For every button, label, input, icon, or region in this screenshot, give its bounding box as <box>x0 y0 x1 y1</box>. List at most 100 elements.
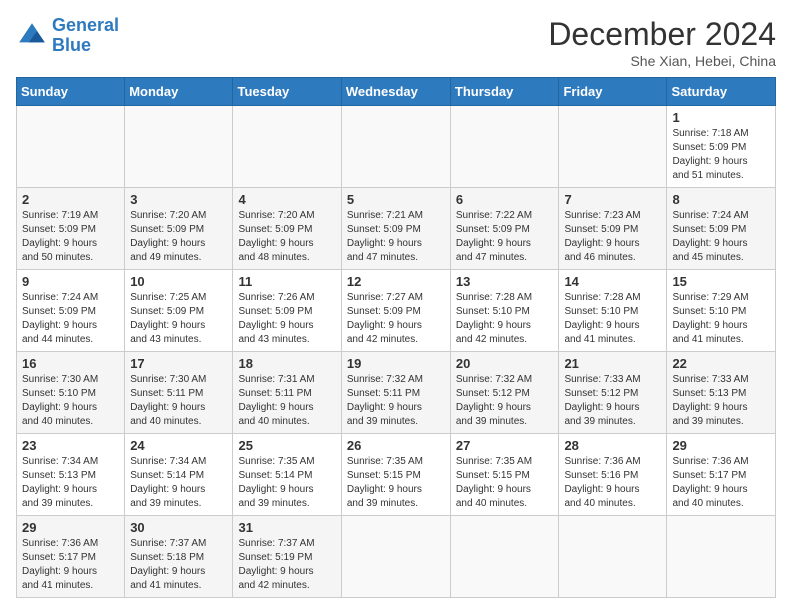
day-number: 17 <box>130 356 227 371</box>
day-number: 29 <box>22 520 119 535</box>
calendar-header-row: Sunday Monday Tuesday Wednesday Thursday… <box>17 78 776 106</box>
calendar-cell: 10 Sunrise: 7:25 AM Sunset: 5:09 PM Dayli… <box>125 270 233 352</box>
calendar-cell: 29 Sunrise: 7:36 AM Sunset: 5:17 PM Dayli… <box>17 516 125 598</box>
header-sunday: Sunday <box>17 78 125 106</box>
calendar-cell <box>450 106 559 188</box>
month-title: December 2024 <box>548 16 776 53</box>
calendar-cell: 26 Sunrise: 7:35 AM Sunset: 5:15 PM Dayli… <box>341 434 450 516</box>
day-number: 23 <box>22 438 119 453</box>
calendar-cell: 29 Sunrise: 7:36 AM Sunset: 5:17 PM Dayli… <box>667 434 776 516</box>
day-number: 30 <box>130 520 227 535</box>
calendar-cell: 3 Sunrise: 7:20 AM Sunset: 5:09 PM Daylig… <box>125 188 233 270</box>
calendar-week-row: 16 Sunrise: 7:30 AM Sunset: 5:10 PM Dayli… <box>17 352 776 434</box>
day-info: Sunrise: 7:35 AM Sunset: 5:14 PM Dayligh… <box>238 455 335 511</box>
calendar-cell: 6Sunrise: 7:22 AM Sunset: 5:09 PM Daylig… <box>450 188 559 270</box>
day-number: 22 <box>672 356 770 371</box>
calendar-cell: 1 Sunrise: 7:18 AM Sunset: 5:09 PM Daylig… <box>667 106 776 188</box>
calendar-week-row: 1 Sunrise: 7:18 AM Sunset: 5:09 PM Daylig… <box>17 106 776 188</box>
calendar-cell <box>450 516 559 598</box>
header-saturday: Saturday <box>667 78 776 106</box>
day-info: Sunrise: 7:30 AM Sunset: 5:10 PM Dayligh… <box>22 373 119 429</box>
day-number: 25 <box>238 438 335 453</box>
calendar-cell: 13Sunrise: 7:28 AM Sunset: 5:10 PM Dayli… <box>450 270 559 352</box>
day-number: 20 <box>456 356 554 371</box>
day-number: 9 <box>22 274 119 289</box>
day-number: 16 <box>22 356 119 371</box>
logo-blue: Blue <box>52 36 119 56</box>
day-info: Sunrise: 7:20 AM Sunset: 5:09 PM Dayligh… <box>238 209 335 265</box>
day-info: Sunrise: 7:33 AM Sunset: 5:12 PM Dayligh… <box>564 373 661 429</box>
day-info: Sunrise: 7:35 AM Sunset: 5:15 PM Dayligh… <box>347 455 445 511</box>
calendar-week-row: 2Sunrise: 7:19 AM Sunset: 5:09 PM Daylig… <box>17 188 776 270</box>
calendar-cell: 14Sunrise: 7:28 AM Sunset: 5:10 PM Dayli… <box>559 270 667 352</box>
calendar-cell: 23 Sunrise: 7:34 AM Sunset: 5:13 PM Dayli… <box>17 434 125 516</box>
day-info: Sunrise: 7:34 AM Sunset: 5:14 PM Dayligh… <box>130 455 227 511</box>
day-number: 18 <box>238 356 335 371</box>
day-info: Sunrise: 7:37 AM Sunset: 5:18 PM Dayligh… <box>130 537 227 593</box>
day-number: 8 <box>672 192 770 207</box>
day-info: Sunrise: 7:36 AM Sunset: 5:17 PM Dayligh… <box>22 537 119 593</box>
day-number: 29 <box>672 438 770 453</box>
day-info: Sunrise: 7:32 AM Sunset: 5:12 PM Dayligh… <box>456 373 554 429</box>
day-info: Sunrise: 7:22 AM Sunset: 5:09 PM Dayligh… <box>456 209 554 265</box>
day-info: Sunrise: 7:33 AM Sunset: 5:13 PM Dayligh… <box>672 373 770 429</box>
day-number: 5 <box>347 192 445 207</box>
day-number: 14 <box>564 274 661 289</box>
calendar-cell: 25 Sunrise: 7:35 AM Sunset: 5:14 PM Dayli… <box>233 434 341 516</box>
calendar-cell: 4Sunrise: 7:20 AM Sunset: 5:09 PM Daylig… <box>233 188 341 270</box>
day-info: Sunrise: 7:26 AM Sunset: 5:09 PM Dayligh… <box>238 291 335 347</box>
calendar-cell: 27Sunrise: 7:35 AM Sunset: 5:15 PM Dayli… <box>450 434 559 516</box>
calendar-cell <box>559 106 667 188</box>
day-number: 13 <box>456 274 554 289</box>
day-number: 27 <box>456 438 554 453</box>
calendar-week-row: 29 Sunrise: 7:36 AM Sunset: 5:17 PM Dayli… <box>17 516 776 598</box>
logo-text: General Blue <box>52 16 119 56</box>
day-info: Sunrise: 7:24 AM Sunset: 5:09 PM Dayligh… <box>672 209 770 265</box>
day-number: 26 <box>347 438 445 453</box>
calendar-week-row: 9Sunrise: 7:24 AM Sunset: 5:09 PM Daylig… <box>17 270 776 352</box>
header-monday: Monday <box>125 78 233 106</box>
calendar-cell <box>125 106 233 188</box>
day-info: Sunrise: 7:20 AM Sunset: 5:09 PM Dayligh… <box>130 209 227 265</box>
calendar-cell: 30 Sunrise: 7:37 AM Sunset: 5:18 PM Dayli… <box>125 516 233 598</box>
day-number: 15 <box>672 274 770 289</box>
day-number: 7 <box>564 192 661 207</box>
calendar-cell <box>667 516 776 598</box>
location-title: She Xian, Hebei, China <box>548 53 776 69</box>
calendar-cell <box>341 106 450 188</box>
calendar-cell: 15 Sunrise: 7:29 AM Sunset: 5:10 PM Dayli… <box>667 270 776 352</box>
day-number: 19 <box>347 356 445 371</box>
calendar-week-row: 23 Sunrise: 7:34 AM Sunset: 5:13 PM Dayli… <box>17 434 776 516</box>
calendar-cell: 17Sunrise: 7:30 AM Sunset: 5:11 PM Dayli… <box>125 352 233 434</box>
day-info: Sunrise: 7:18 AM Sunset: 5:09 PM Dayligh… <box>672 127 770 183</box>
day-number: 10 <box>130 274 227 289</box>
day-info: Sunrise: 7:36 AM Sunset: 5:17 PM Dayligh… <box>672 455 770 511</box>
calendar-cell: 22 Sunrise: 7:33 AM Sunset: 5:13 PM Dayli… <box>667 352 776 434</box>
day-number: 28 <box>564 438 661 453</box>
day-info: Sunrise: 7:34 AM Sunset: 5:13 PM Dayligh… <box>22 455 119 511</box>
day-number: 21 <box>564 356 661 371</box>
calendar-cell: 11 Sunrise: 7:26 AM Sunset: 5:09 PM Dayli… <box>233 270 341 352</box>
day-info: Sunrise: 7:37 AM Sunset: 5:19 PM Dayligh… <box>238 537 335 593</box>
day-info: Sunrise: 7:29 AM Sunset: 5:10 PM Dayligh… <box>672 291 770 347</box>
calendar-cell: 31Sunrise: 7:37 AM Sunset: 5:19 PM Dayli… <box>233 516 341 598</box>
calendar-cell <box>341 516 450 598</box>
calendar-cell: 24Sunrise: 7:34 AM Sunset: 5:14 PM Dayli… <box>125 434 233 516</box>
calendar-cell: 7 Sunrise: 7:23 AM Sunset: 5:09 PM Daylig… <box>559 188 667 270</box>
calendar-cell: 12Sunrise: 7:27 AM Sunset: 5:09 PM Dayli… <box>341 270 450 352</box>
day-info: Sunrise: 7:25 AM Sunset: 5:09 PM Dayligh… <box>130 291 227 347</box>
day-number: 1 <box>672 110 770 125</box>
header-friday: Friday <box>559 78 667 106</box>
day-info: Sunrise: 7:23 AM Sunset: 5:09 PM Dayligh… <box>564 209 661 265</box>
day-number: 11 <box>238 274 335 289</box>
day-info: Sunrise: 7:31 AM Sunset: 5:11 PM Dayligh… <box>238 373 335 429</box>
calendar-cell: 5 Sunrise: 7:21 AM Sunset: 5:09 PM Daylig… <box>341 188 450 270</box>
header-tuesday: Tuesday <box>233 78 341 106</box>
page-header: General Blue December 2024 She Xian, Heb… <box>16 16 776 69</box>
header-thursday: Thursday <box>450 78 559 106</box>
day-number: 3 <box>130 192 227 207</box>
logo-general: General <box>52 15 119 35</box>
header-wednesday: Wednesday <box>341 78 450 106</box>
day-info: Sunrise: 7:21 AM Sunset: 5:09 PM Dayligh… <box>347 209 445 265</box>
logo-icon <box>16 20 48 52</box>
